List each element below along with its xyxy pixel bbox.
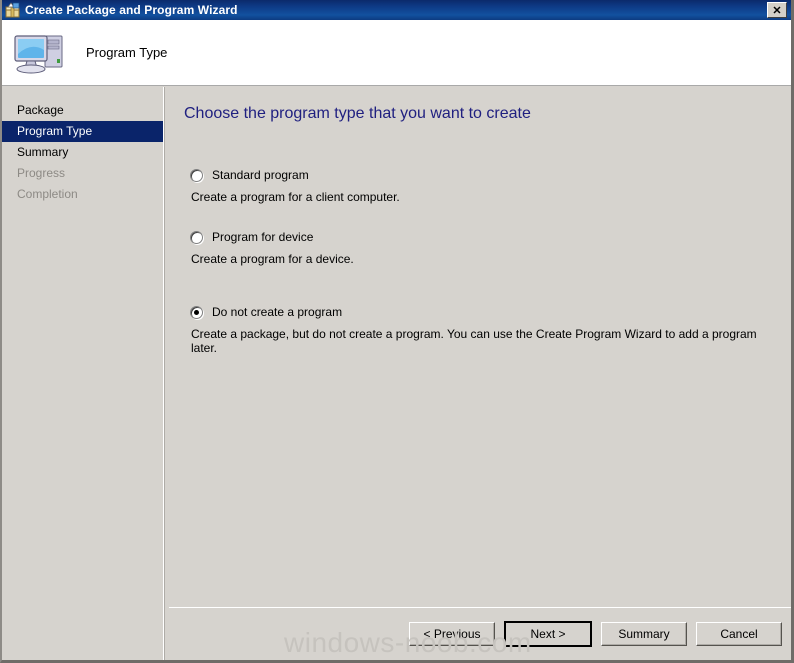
option-label-do-not-create-a-program: Do not create a program xyxy=(212,305,343,319)
computer-icon xyxy=(12,28,68,78)
sidebar-item-package[interactable]: Package xyxy=(2,100,163,121)
title-bar: Create Package and Program Wizard ✕ xyxy=(2,0,791,20)
previous-button[interactable]: < Previous xyxy=(409,622,495,646)
radio-program-for-device[interactable] xyxy=(190,230,203,244)
option-standard-program[interactable]: Standard program Create a program for a … xyxy=(190,167,781,204)
option-label-program-for-device: Program for device xyxy=(212,230,314,244)
wizard-header: Program Type xyxy=(2,20,791,86)
cancel-button[interactable]: Cancel xyxy=(696,622,782,646)
radio-do-not-create-a-program[interactable] xyxy=(190,305,203,319)
option-description-standard-program: Create a program for a client computer. xyxy=(191,190,400,204)
radio-standard-program[interactable] xyxy=(190,168,203,182)
option-program-for-device[interactable]: Program for device Create a program for … xyxy=(190,229,781,266)
sidebar-item-program-type[interactable]: Program Type xyxy=(2,121,163,142)
wizard-steps-sidebar: Package Program Type Summary Progress Co… xyxy=(2,87,165,660)
window-title: Create Package and Program Wizard xyxy=(25,3,238,17)
wizard-footer: < Previous Next > Summary Cancel xyxy=(169,608,791,660)
page-title: Choose the program type that you want to… xyxy=(184,105,531,122)
sidebar-item-summary[interactable]: Summary xyxy=(2,142,163,163)
option-label-standard-program: Standard program xyxy=(212,168,309,182)
wizard-content: Choose the program type that you want to… xyxy=(169,87,791,660)
program-type-radio-group: Standard program Create a program for a … xyxy=(190,167,781,355)
summary-button[interactable]: Summary xyxy=(601,622,687,646)
option-do-not-create-a-program[interactable]: Do not create a program Create a package… xyxy=(190,304,781,355)
sidebar-item-progress: Progress xyxy=(17,166,66,180)
option-description-do-not-create-a-program: Create a package, but do not create a pr… xyxy=(191,327,757,355)
next-button[interactable]: Next > xyxy=(504,621,592,647)
wizard-window: Create Package and Program Wizard ✕ Prog… xyxy=(0,0,794,663)
header-title: Program Type xyxy=(86,45,168,60)
package-icon xyxy=(5,2,21,18)
sidebar-item-completion: Completion xyxy=(17,187,78,201)
close-icon[interactable]: ✕ xyxy=(767,2,787,18)
option-description-program-for-device: Create a program for a device. xyxy=(191,252,354,266)
